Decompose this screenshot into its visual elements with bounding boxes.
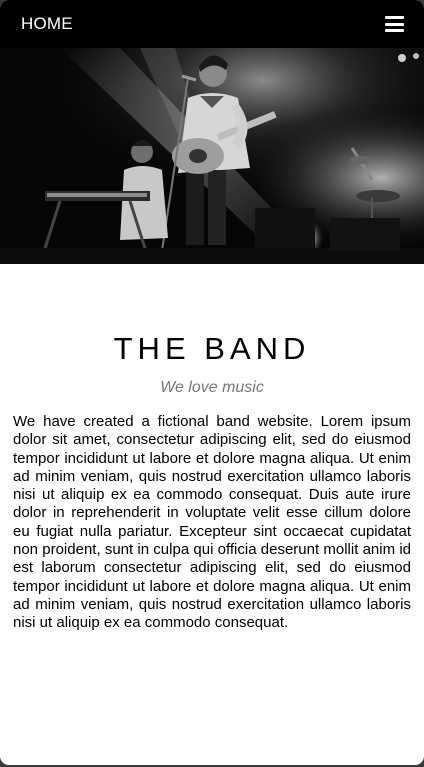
top-navbar: HOME <box>0 0 424 48</box>
hamburger-menu-icon[interactable] <box>385 16 404 32</box>
page-frame: HOME THE BAND We love music We have crea… <box>0 0 424 765</box>
hamburger-bar <box>385 22 404 26</box>
hamburger-bar <box>385 29 404 32</box>
section-body: We have created a fictional band website… <box>13 413 411 632</box>
section-title: THE BAND <box>113 331 311 366</box>
band-section: THE BAND We love music We have created a… <box>0 264 424 633</box>
band-photo-illustration <box>0 48 424 264</box>
section-subtitle: We love music <box>160 379 264 396</box>
hamburger-bar <box>385 16 404 19</box>
nav-home-link[interactable]: HOME <box>21 14 73 34</box>
band-photo <box>0 48 424 264</box>
